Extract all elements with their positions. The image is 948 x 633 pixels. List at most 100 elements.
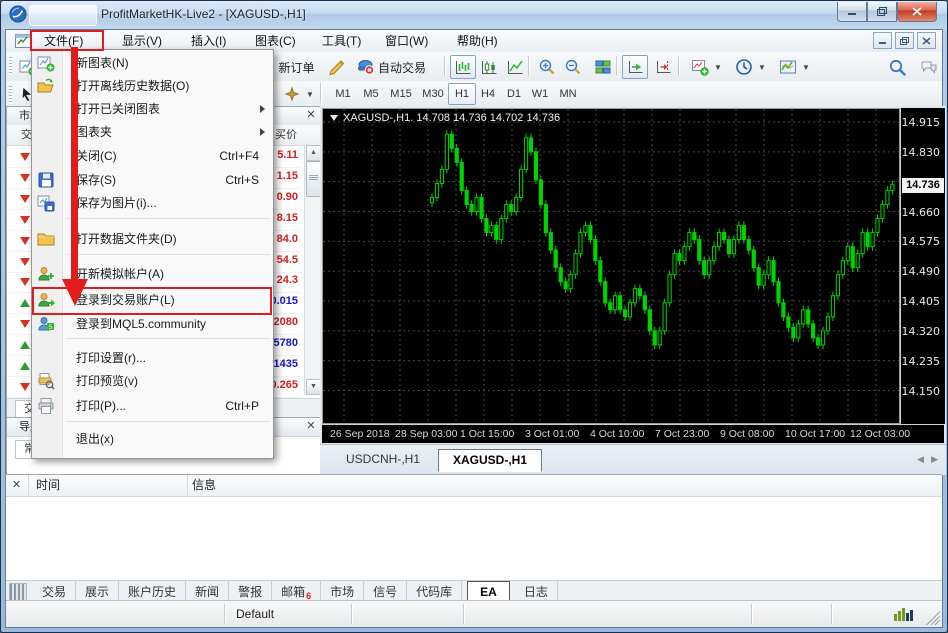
menubar-item-5[interactable]: 工具(T) bbox=[318, 30, 365, 52]
chat-icon bbox=[920, 58, 938, 76]
file-menu-item[interactable]: 关闭(C)Ctrl+F4 bbox=[32, 145, 273, 168]
styler-dropdown[interactable]: ▼ bbox=[278, 82, 319, 106]
file-menu-item[interactable]: 保存(S)Ctrl+S bbox=[32, 169, 273, 192]
price-axis[interactable]: 14.91514.83014.66014.57514.49014.40514.3… bbox=[900, 108, 945, 424]
time-axis[interactable]: 26 Sep 201828 Sep 03:001 Oct 15:003 Oct … bbox=[322, 424, 944, 443]
file-menu-item[interactable]: 退出(x) bbox=[32, 428, 273, 451]
bid-value: 1.15 bbox=[277, 170, 298, 182]
file-menu-item[interactable]: 打开已关闭图表 bbox=[32, 98, 273, 121]
time-column-header[interactable]: 时间 bbox=[36, 475, 60, 496]
timeframe-m30-button[interactable]: M30 bbox=[416, 83, 450, 105]
auto-trading-button[interactable]: 自动交易 bbox=[352, 55, 431, 79]
metaeditor-button[interactable] bbox=[324, 55, 350, 79]
navigator-close-icon[interactable]: ✕ bbox=[305, 421, 317, 433]
periods-dropdown[interactable]: ▼ bbox=[730, 55, 771, 79]
window-minimize-button[interactable] bbox=[837, 2, 867, 22]
timeframe-m15-button[interactable]: M15 bbox=[384, 83, 418, 105]
current-price-tag: 14.736 bbox=[902, 178, 944, 193]
bar-chart-icon bbox=[454, 58, 472, 76]
file-menu-item[interactable]: 打印预览(v) bbox=[32, 370, 273, 393]
indicators-dropdown[interactable]: ▼ bbox=[686, 55, 727, 79]
timeframe-h1-button[interactable]: H1 bbox=[448, 83, 476, 105]
chart-tab-2[interactable]: XAGUSD-,H1 bbox=[438, 449, 542, 472]
auto-scroll-button[interactable] bbox=[622, 55, 648, 79]
chat-button[interactable] bbox=[916, 55, 942, 79]
scroll-up-icon[interactable]: ▲ bbox=[306, 145, 321, 161]
price-axis-label: 14.660 bbox=[902, 206, 941, 219]
line-chart-mode-button[interactable] bbox=[502, 55, 528, 79]
terminal-close-icon[interactable]: ✕ bbox=[10, 479, 23, 492]
menubar-item-7[interactable]: 帮助(H) bbox=[453, 30, 502, 52]
market-watch-close-icon[interactable]: ✕ bbox=[305, 110, 317, 122]
file-menu-item[interactable]: 5登录到MQL5.community bbox=[32, 313, 273, 336]
app-logo-icon bbox=[9, 5, 27, 23]
toolbar-grip2[interactable] bbox=[9, 86, 12, 104]
zoom-in-button[interactable] bbox=[534, 55, 560, 79]
chart-shift-button[interactable] bbox=[650, 55, 676, 79]
timeframe-m5-button[interactable]: M5 bbox=[356, 83, 386, 105]
bid-value: 2080 bbox=[274, 316, 298, 328]
child-minimize-button[interactable] bbox=[873, 32, 892, 49]
window-maximize-button[interactable] bbox=[867, 2, 897, 22]
candlestick-icon bbox=[480, 58, 498, 76]
scrollbar-thumb[interactable] bbox=[306, 161, 321, 197]
file-menu-item[interactable]: 保存为图片(i)... bbox=[32, 192, 273, 215]
search-icon bbox=[888, 58, 906, 76]
zoom-out-button[interactable] bbox=[560, 55, 586, 79]
chart-title: XAGUSD-,H1. 14.708 14.736 14.702 14.736 bbox=[330, 112, 560, 124]
file-menu-item[interactable]: 打开数据文件夹(D) bbox=[32, 228, 273, 251]
timeframe-d1-button[interactable]: D1 bbox=[500, 83, 528, 105]
candlestick-mode-button[interactable] bbox=[476, 55, 502, 79]
search-button[interactable] bbox=[884, 55, 910, 79]
menubar-item-6[interactable]: 窗口(W) bbox=[381, 30, 432, 52]
menu-separator bbox=[66, 218, 270, 219]
folder-open-icon bbox=[37, 77, 55, 95]
price-axis-label: 14.320 bbox=[902, 325, 941, 338]
resize-grip[interactable] bbox=[926, 611, 940, 625]
new-chart-icon bbox=[37, 54, 55, 72]
window-close-button[interactable] bbox=[897, 2, 937, 22]
bar-chart-mode-button[interactable] bbox=[450, 55, 476, 79]
file-menu-item[interactable]: 打开离线历史数据(O) bbox=[32, 75, 273, 98]
trend-up-icon bbox=[20, 341, 30, 349]
file-menu-item[interactable]: 新图表(N) bbox=[32, 52, 273, 75]
file-menu-item[interactable]: 打印(P)...Ctrl+P bbox=[32, 395, 273, 418]
save-picture-icon bbox=[37, 194, 55, 212]
chart-title-collapse-icon[interactable] bbox=[330, 115, 338, 121]
market-watch-scrollbar[interactable]: ▲ ▼ bbox=[304, 145, 320, 395]
child-restore-button[interactable] bbox=[895, 32, 914, 49]
templates-dropdown[interactable]: ▼ bbox=[774, 55, 815, 79]
timeframe-mn-button[interactable]: MN bbox=[552, 83, 584, 105]
chart-shift-icon bbox=[654, 58, 672, 76]
tile-windows-button[interactable] bbox=[590, 55, 616, 79]
clock-icon bbox=[735, 58, 753, 76]
time-axis-label: 10 Oct 17:00 bbox=[785, 428, 845, 440]
trend-down-icon bbox=[20, 258, 30, 266]
connection-status-icon bbox=[894, 606, 914, 621]
bid-value: 1435 bbox=[274, 358, 298, 370]
folder-icon bbox=[37, 230, 55, 248]
bid-value: 0.265 bbox=[270, 379, 298, 391]
timeframe-h4-button[interactable]: H4 bbox=[474, 83, 502, 105]
message-column-header[interactable]: 信息 bbox=[192, 475, 216, 496]
chart-tab-1[interactable]: USDCNH-,H1 bbox=[332, 449, 434, 470]
indicators-icon bbox=[691, 58, 709, 76]
timeframe-m1-button[interactable]: M1 bbox=[328, 83, 358, 105]
tab-scroll-left-icon[interactable]: ◀ bbox=[917, 454, 924, 465]
time-axis-label: 4 Oct 10:00 bbox=[590, 428, 644, 440]
toolbar-grip[interactable] bbox=[9, 57, 12, 75]
docked-panel-icon[interactable] bbox=[9, 583, 27, 601]
child-close-button[interactable] bbox=[917, 32, 936, 49]
bid-column-header[interactable]: 买价 bbox=[275, 125, 297, 145]
timeframe-w1-button[interactable]: W1 bbox=[526, 83, 554, 105]
file-menu-item[interactable]: 打印设置(r)... bbox=[32, 347, 273, 370]
file-menu-item[interactable]: 图表夹 bbox=[32, 121, 273, 144]
bid-value: 54.5 bbox=[277, 254, 298, 266]
price-axis-label: 14.235 bbox=[902, 355, 941, 368]
chart-canvas[interactable] bbox=[322, 108, 900, 424]
status-profile-label[interactable]: Default bbox=[236, 607, 274, 621]
sparkle-icon bbox=[283, 85, 301, 103]
tab-scroll-right-icon[interactable]: ▶ bbox=[931, 454, 938, 465]
status-bar: Default bbox=[6, 600, 942, 627]
scroll-down-icon[interactable]: ▼ bbox=[306, 379, 321, 395]
